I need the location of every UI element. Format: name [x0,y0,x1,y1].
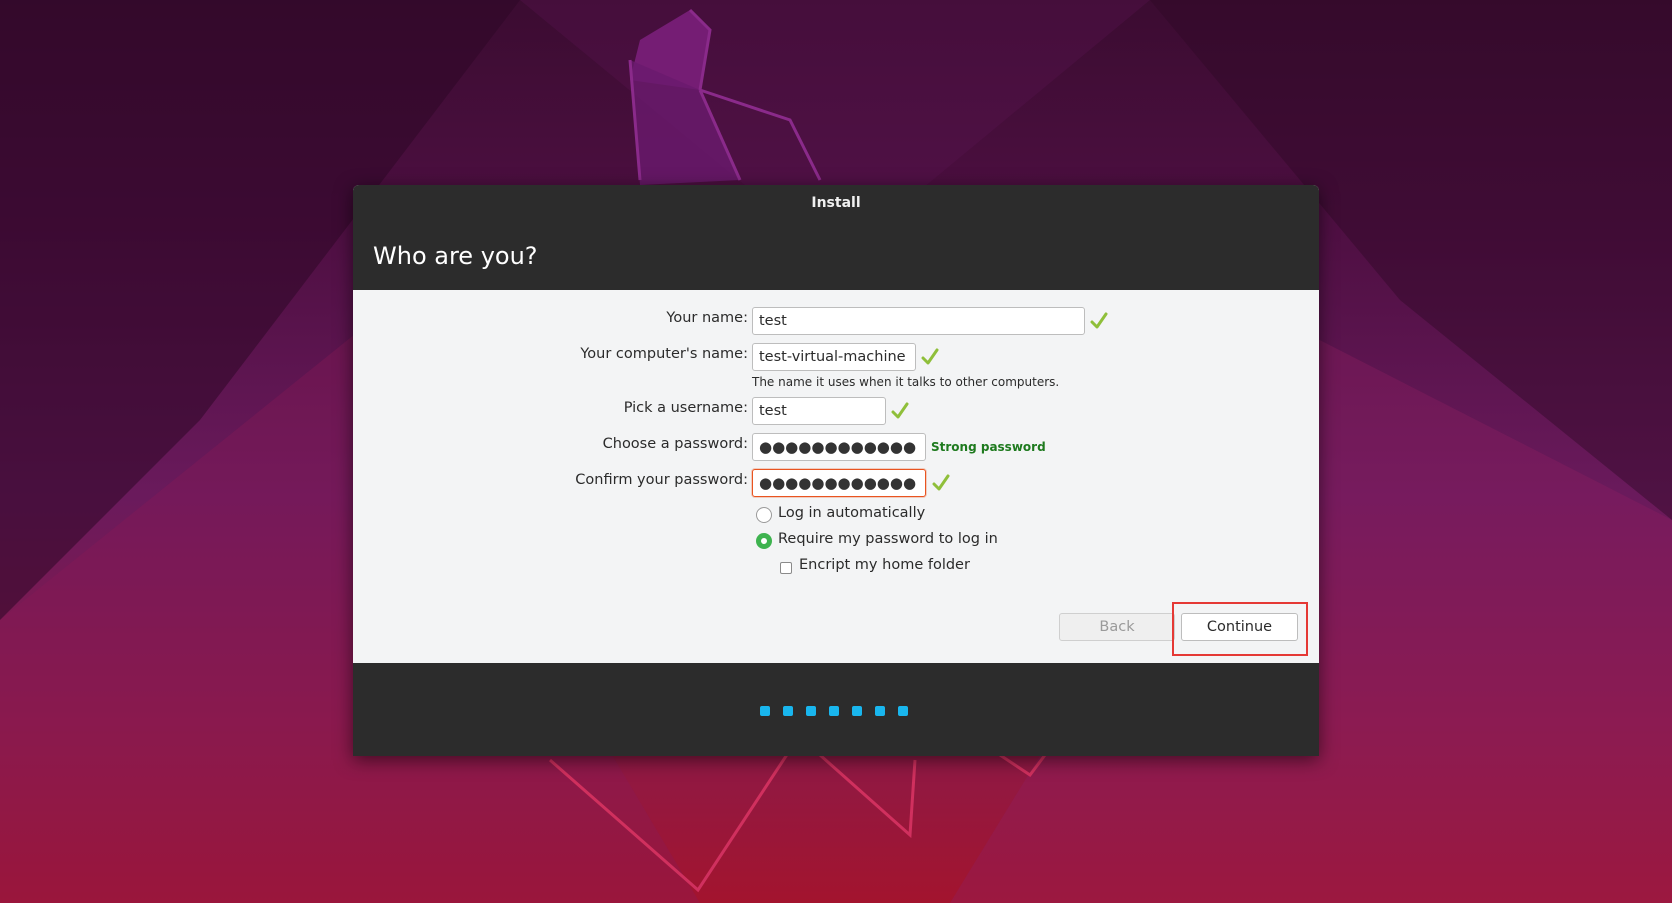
checkmark-icon [1090,312,1108,329]
window-header: Install Who are you? [353,185,1319,290]
progress-step [760,706,770,716]
progress-step [898,706,908,716]
progress-footer [353,663,1319,756]
user-form: Your name: test Your computer's name: te… [353,290,1319,663]
your-name-label: Your name: [666,310,748,326]
encrypt-home-checkbox[interactable] [780,562,792,574]
back-button[interactable]: Back [1059,613,1175,641]
progress-step [875,706,885,716]
password-strength: Strong password [931,440,1046,454]
password-label: Choose a password: [602,436,748,452]
progress-step [783,706,793,716]
computer-name-hint: The name it uses when it talks to other … [752,375,1060,389]
checkmark-icon [932,474,950,491]
computer-name-field[interactable]: test-virtual-machine [752,343,916,371]
installer-window: Install Who are you? Your name: test You… [353,185,1319,756]
require-password-radio[interactable] [756,533,772,549]
progress-step [829,706,839,716]
progress-step [806,706,816,716]
checkmark-icon [891,402,909,419]
your-name-field[interactable]: test [752,307,1085,335]
page-title: Who are you? [373,242,538,270]
window-title: Install [811,195,861,211]
confirm-password-field[interactable]: ●●●●●●●●●●●● [752,469,926,497]
username-field[interactable]: test [752,397,886,425]
progress-step [852,706,862,716]
username-label: Pick a username: [623,400,748,416]
continue-highlight-box [1172,602,1308,656]
confirm-password-label: Confirm your password: [575,472,748,488]
checkmark-icon [921,348,939,365]
computer-name-label: Your computer's name: [580,346,748,362]
password-field[interactable]: ●●●●●●●●●●●● [752,433,926,461]
login-auto-label[interactable]: Log in automatically [778,505,925,521]
desktop: Install Who are you? Your name: test You… [0,0,1672,903]
require-password-label[interactable]: Require my password to log in [778,531,998,547]
encrypt-home-label[interactable]: Encript my home folder [799,557,970,573]
login-auto-radio[interactable] [756,507,772,523]
